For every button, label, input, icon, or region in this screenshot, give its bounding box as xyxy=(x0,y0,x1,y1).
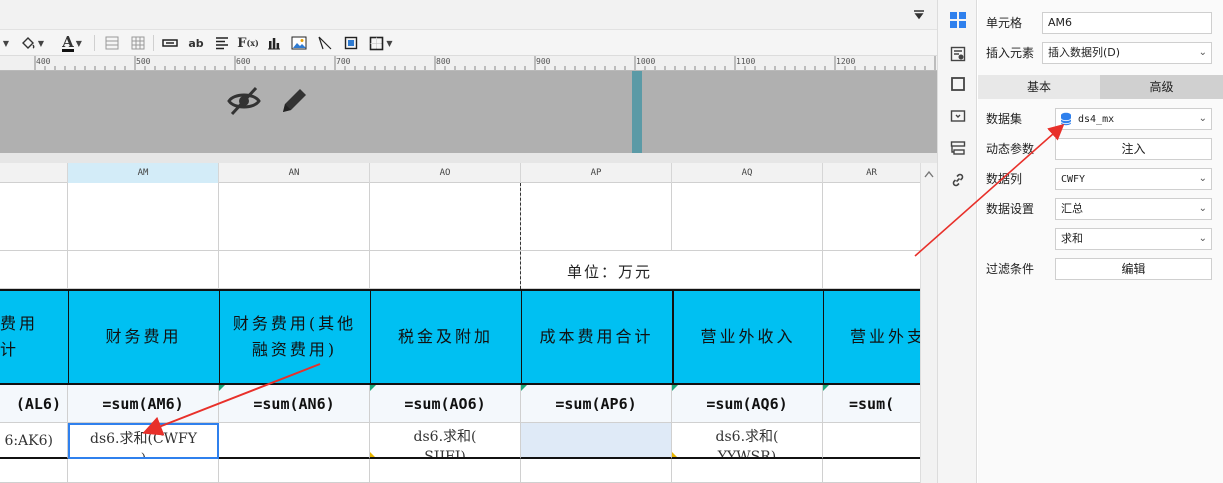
arrow-to-selected-cell xyxy=(142,363,321,436)
annotation-arrows xyxy=(142,123,1065,436)
arrow-to-dataset xyxy=(914,123,1065,257)
